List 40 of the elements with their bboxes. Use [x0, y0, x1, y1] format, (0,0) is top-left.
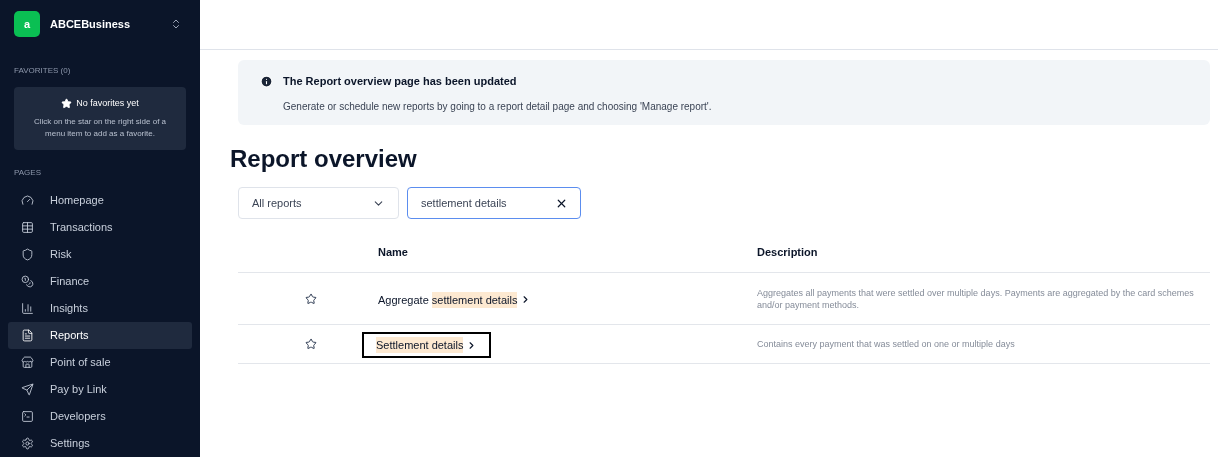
sidebar-item[interactable]: Homepage — [8, 187, 192, 214]
bar-chart-icon — [21, 302, 34, 315]
sidebar-item[interactable]: Reports — [8, 322, 192, 349]
report-description: Contains every payment that was settled on one or multiple days — [757, 338, 1016, 350]
sidebar-item[interactable]: Finance — [8, 268, 192, 295]
star-icon — [61, 97, 73, 109]
gauge-icon — [21, 194, 34, 207]
switcher-icon[interactable] — [170, 17, 182, 30]
terminal-icon — [21, 410, 34, 423]
account-name[interactable]: ABCEBusiness — [50, 15, 160, 32]
report-type-dropdown[interactable]: All reports — [238, 187, 399, 219]
favorites-empty-title: No favorites yet — [76, 96, 139, 110]
favorites-empty-text: Click on the star on the right side of a menu item to add as a favorite. — [32, 116, 168, 140]
info-icon — [260, 74, 273, 88]
account-logo: a — [14, 10, 40, 37]
shield-icon — [21, 248, 34, 261]
star-icon[interactable] — [305, 338, 317, 350]
page-title: Report overview — [230, 144, 418, 174]
coins-icon — [21, 275, 34, 288]
store-icon — [21, 356, 34, 369]
column-header: Name — [378, 245, 409, 261]
banner-text: Generate or schedule new reports by going to a report detail page and choosing 'Manage report'. — [282, 99, 713, 114]
sidebar-item[interactable]: Point of sale — [8, 349, 192, 376]
paper-plane-icon — [21, 383, 34, 396]
favorites-heading: FAVORITES (0) — [13, 64, 72, 77]
sidebar-item[interactable]: Transactions — [8, 214, 192, 241]
sidebar-item[interactable]: Risk — [8, 241, 192, 268]
sidebar-item[interactable]: Insights — [8, 295, 192, 322]
settings-icon — [21, 437, 34, 450]
pages-heading: PAGES — [13, 167, 42, 179]
table-icon — [21, 221, 34, 234]
column-header: Description — [757, 245, 818, 261]
document-icon — [21, 329, 34, 342]
banner-title: The Report overview page has been updated — [283, 74, 517, 89]
search-field[interactable]: settlement details — [407, 187, 581, 219]
report-description: Aggregates all payments that were settled over multiple days. Payments are aggregated by the card schemes and/or payment methods. — [757, 286, 1195, 311]
sidebar-item[interactable]: Developers — [8, 403, 192, 430]
sidebar-item[interactable]: Pay by Link — [8, 376, 192, 403]
star-icon[interactable] — [305, 292, 317, 305]
sidebar-item[interactable]: Settings — [8, 430, 192, 457]
